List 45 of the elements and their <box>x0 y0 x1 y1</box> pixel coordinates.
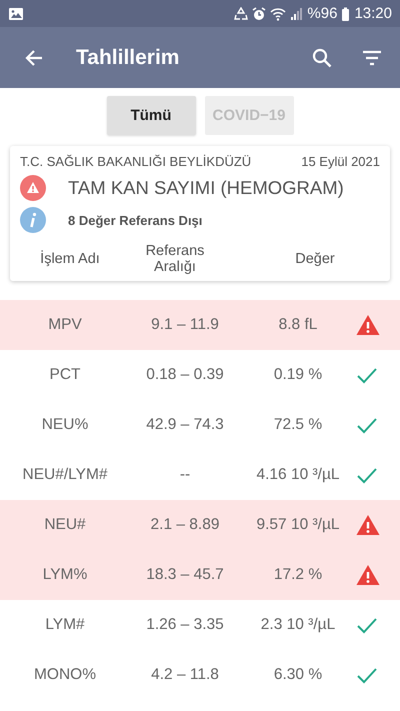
filter-tab[interactable]: Tümü <box>106 96 196 135</box>
column-header: Referans Aralığı <box>144 243 206 275</box>
test-name: MPV <box>47 316 83 334</box>
test-value: 8.8 fL <box>278 316 318 334</box>
back-arrow-icon <box>24 48 44 68</box>
test-value: 4.16 10 ³/µL <box>255 466 341 484</box>
battery-percentage: %96 <box>307 6 338 21</box>
test-name: LYM% <box>42 566 88 584</box>
test-name: NEU#/LYM# <box>22 466 108 484</box>
screen-title: Tahlillerim <box>76 46 180 70</box>
clock-time: 13:20 <box>354 6 392 21</box>
reference-range: 4.2 – 11.8 <box>150 666 220 684</box>
alarm-icon <box>252 6 266 20</box>
reference-range: 2.1 – 8.89 <box>150 516 220 534</box>
test-name: LYM# <box>44 616 86 634</box>
battery-icon <box>341 6 350 20</box>
out-of-range-summary: 8 Değer Referans Dışı <box>68 212 202 228</box>
test-name: PCT <box>48 366 82 384</box>
test-value: 6.30 % <box>272 666 324 684</box>
reference-range: 9.1 – 11.9 <box>150 316 220 334</box>
search-icon <box>312 48 332 68</box>
column-header: Değer <box>294 251 336 267</box>
image-icon <box>8 6 24 20</box>
test-title: TAM KAN SAYIMI (HEMOGRAM) <box>68 177 344 199</box>
reference-range: -- <box>178 466 192 484</box>
test-value: 72.5 % <box>272 416 324 434</box>
wifi-icon <box>270 6 286 20</box>
test-name: MONO% <box>33 666 97 684</box>
test-date: 15 Eylül 2021 <box>301 154 380 169</box>
recycle-icon <box>234 6 248 20</box>
institution-name: T.C. SAĞLIK BAKANLIĞI BEYLİKDÜZÜ <box>20 154 252 169</box>
test-value: 0.19 % <box>272 366 324 384</box>
column-header: İşlem Adı <box>39 251 101 267</box>
reference-range: 1.26 – 3.35 <box>145 616 225 634</box>
test-value: 2.3 10 ³/µL <box>260 616 336 634</box>
reference-range: 42.9 – 74.3 <box>145 416 225 434</box>
signal-icon <box>290 6 304 20</box>
test-name: NEU# <box>43 516 87 534</box>
test-value: 9.57 10 ³/µL <box>255 516 341 534</box>
warning-icon <box>20 175 46 201</box>
test-name: NEU% <box>40 416 90 434</box>
test-value: 17.2 % <box>272 566 324 584</box>
info-icon <box>20 207 46 233</box>
reference-range: 18.3 – 45.7 <box>145 566 225 584</box>
reference-range: 0.18 – 0.39 <box>145 366 225 384</box>
